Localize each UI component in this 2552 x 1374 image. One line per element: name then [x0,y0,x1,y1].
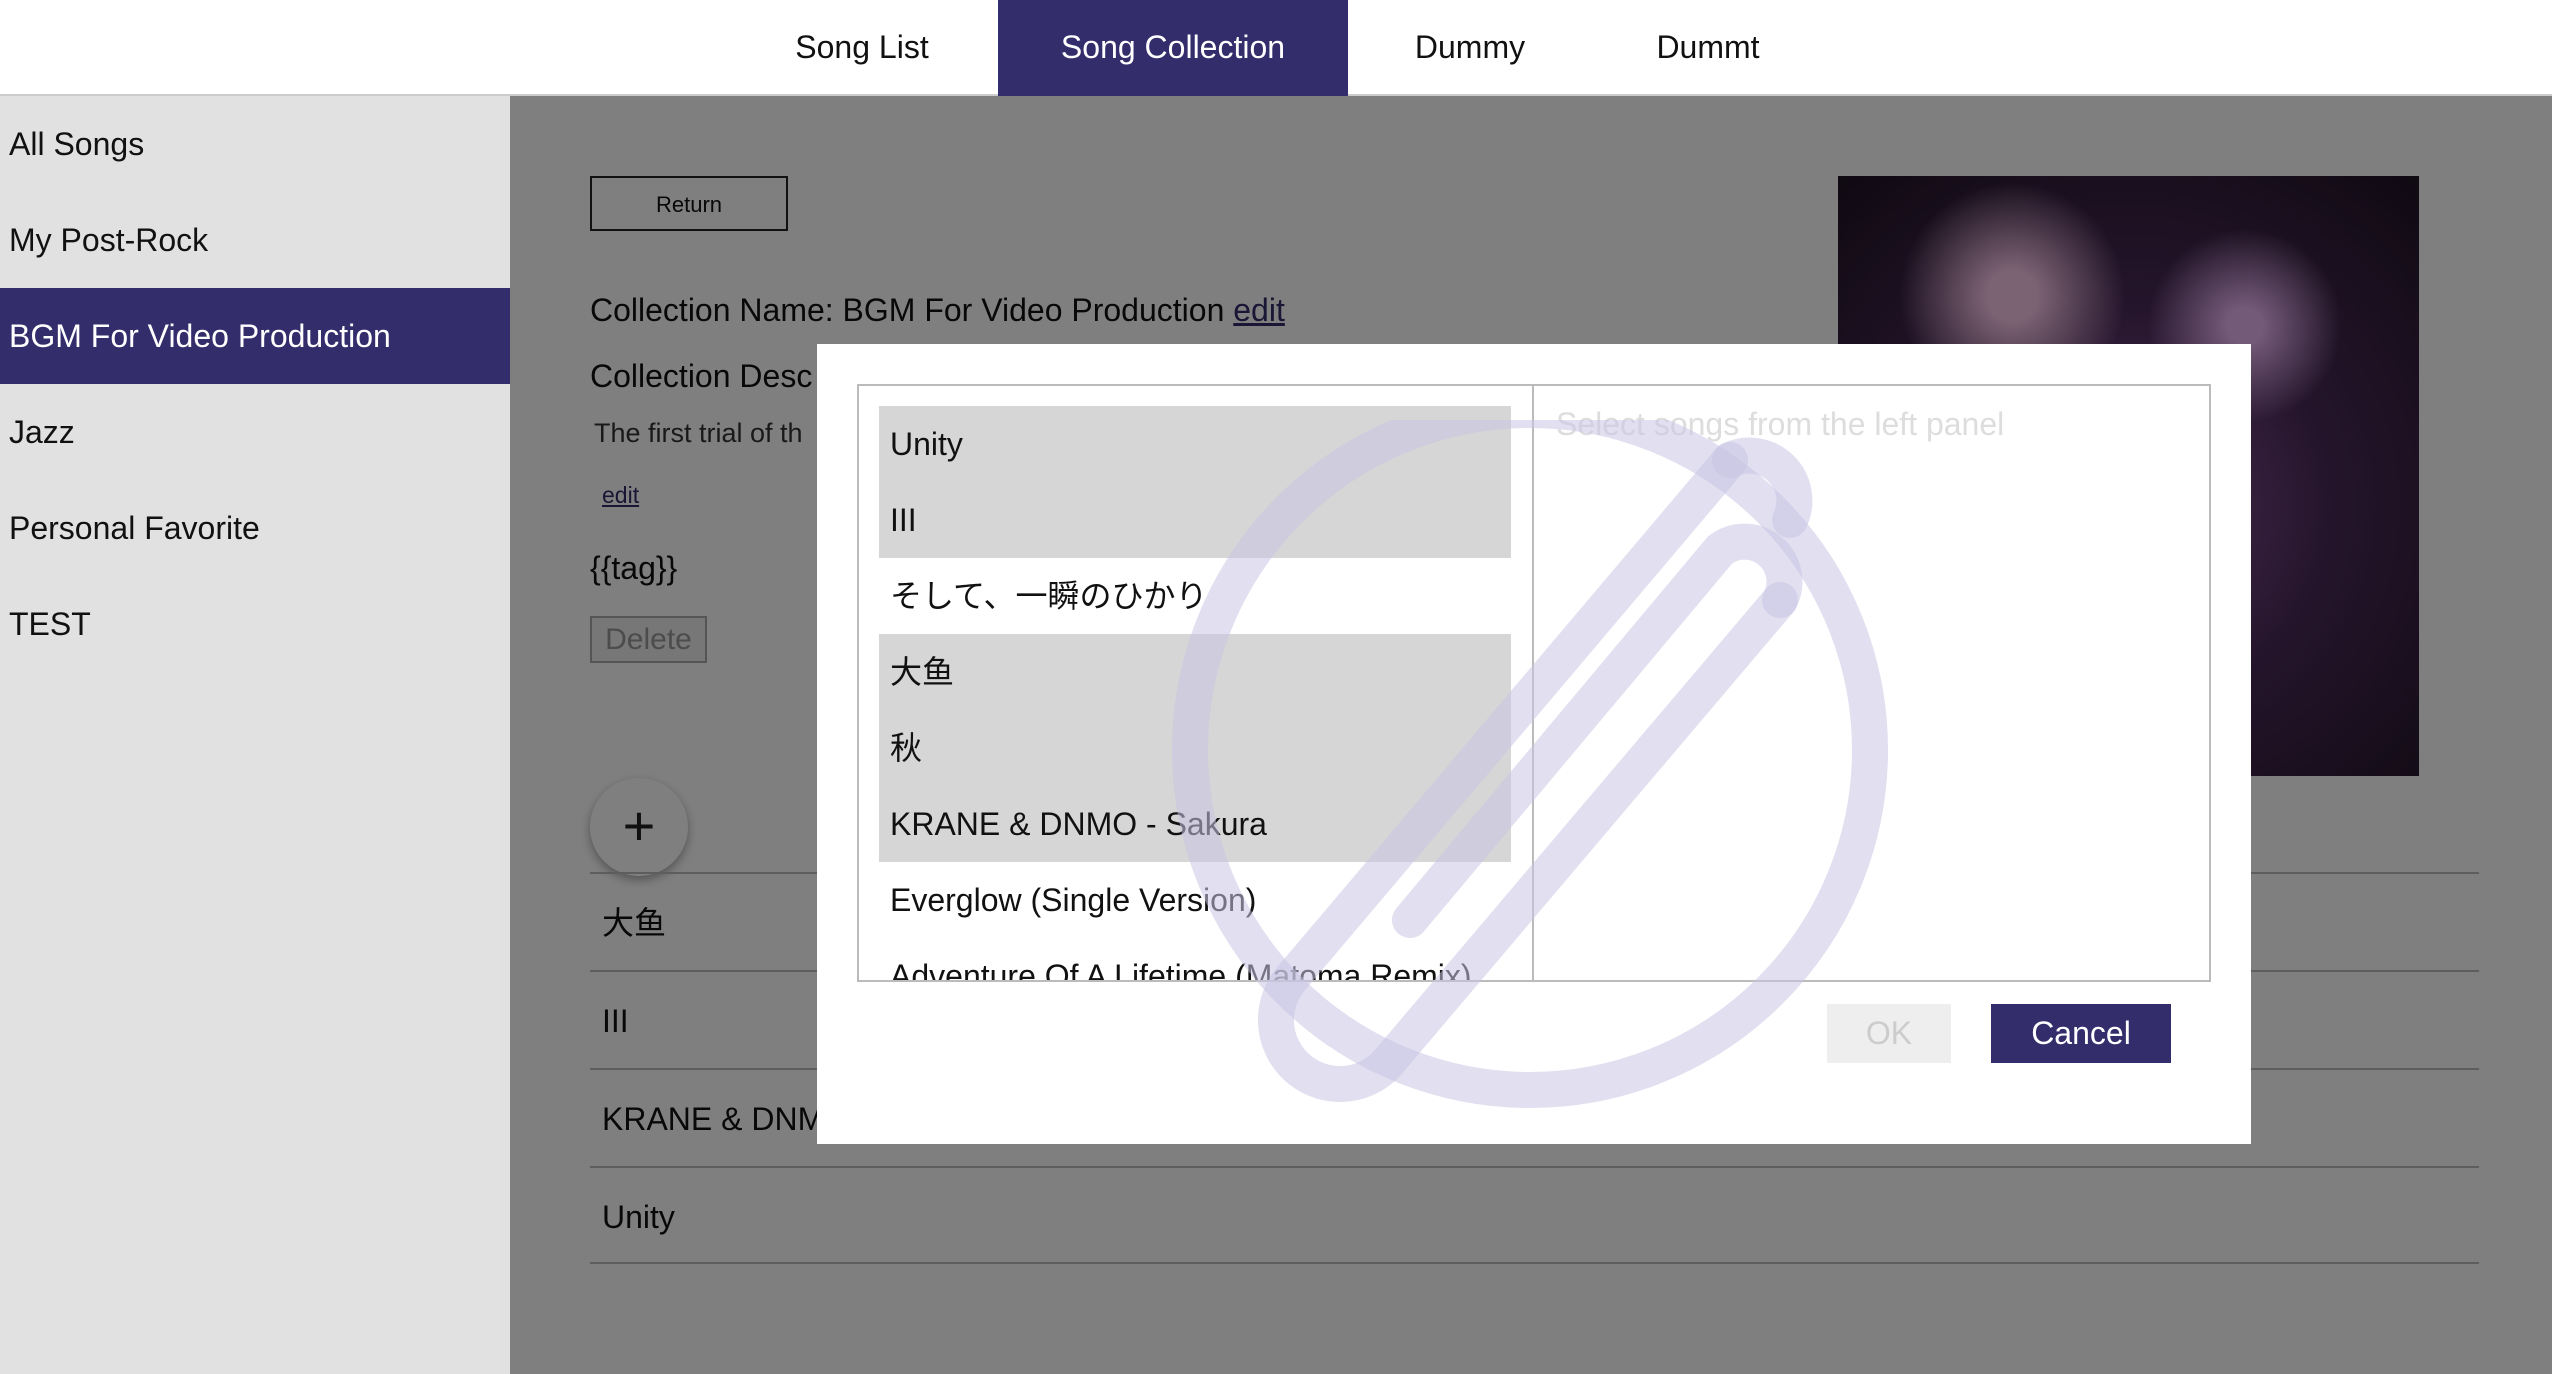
sidebar-item-personal-favorite[interactable]: Personal Favorite [0,480,510,576]
sidebar-item-my-post-rock[interactable]: My Post-Rock [0,192,510,288]
ok-button[interactable]: OK [1827,1004,1951,1063]
tab-song-list[interactable]: Song List [740,0,984,96]
list-item[interactable]: そして、一瞬のひかり [879,558,1511,634]
tab-song-collection[interactable]: Song Collection [998,0,1348,96]
sidebar-item-bgm-for-video-production[interactable]: BGM For Video Production [0,288,510,384]
list-item[interactable]: Unity [879,406,1511,482]
cancel-button[interactable]: Cancel [1991,1004,2171,1063]
list-item[interactable]: Everglow (Single Version) [879,862,1511,938]
sidebar: All Songs My Post-Rock BGM For Video Pro… [0,96,510,1374]
sidebar-item-all-songs[interactable]: All Songs [0,96,510,192]
song-picker-list[interactable]: Unity III そして、一瞬のひかり 大鱼 秋 KRANE & DNMO -… [857,384,1534,982]
sidebar-item-test[interactable]: TEST [0,576,510,672]
list-item[interactable]: 大鱼 [879,634,1511,710]
list-item[interactable]: KRANE & DNMO - Sakura [879,786,1511,862]
sidebar-item-jazz[interactable]: Jazz [0,384,510,480]
selected-songs-placeholder: Select songs from the left panel [1556,406,2005,442]
list-item[interactable]: III [879,482,1511,558]
list-item[interactable]: Adventure Of A Lifetime (Matoma Remix) [879,938,1511,980]
selected-songs-panel[interactable]: Select songs from the left panel [1532,384,2211,982]
tab-dummt[interactable]: Dummt [1592,0,1824,96]
list-item[interactable]: 秋 [879,710,1511,786]
top-nav: Song List Song Collection Dummy Dummt [0,0,2552,96]
tab-dummy[interactable]: Dummy [1362,0,1578,96]
